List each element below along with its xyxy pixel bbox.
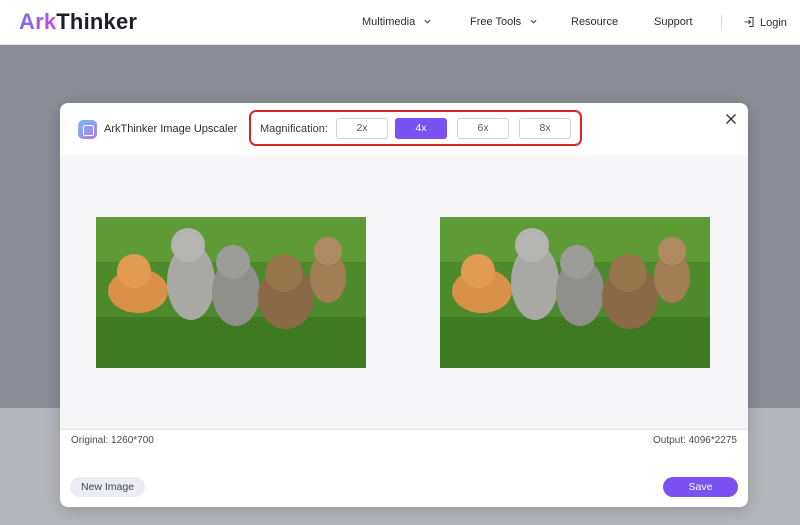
output-preview-pane [404, 155, 748, 429]
logo-text: Thinker [56, 9, 138, 34]
nav-item-label: Free Tools [470, 16, 522, 28]
top-navigation-bar: ArkThinker Multimedia Free Tools Resourc… [0, 0, 800, 45]
chevron-down-icon [424, 19, 431, 24]
nav-item-label: Resource [571, 16, 619, 28]
nav-divider [721, 15, 722, 31]
nav-item-label: Multimedia [362, 16, 416, 28]
original-kittens-image [96, 217, 366, 368]
magnification-8x-button[interactable]: 8x [519, 118, 571, 139]
save-button[interactable]: Save [663, 477, 738, 497]
image-upscaler-icon [78, 120, 97, 139]
nav-item-free-tools[interactable]: Free Tools [470, 16, 538, 28]
output-dimensions: Output: 4096*2275 [653, 435, 737, 446]
logo-mark: Ark [19, 9, 57, 34]
dialog-title: ArkThinker Image Upscaler [104, 123, 238, 135]
login-link[interactable]: Login [743, 16, 787, 29]
chevron-down-icon [530, 19, 537, 24]
arkthinker-logo[interactable]: ArkThinker [19, 9, 137, 35]
new-image-button[interactable]: New Image [70, 477, 145, 497]
magnification-4x-button[interactable]: 4x [395, 118, 447, 139]
nav-item-resource[interactable]: Resource [571, 16, 618, 28]
original-preview-pane [60, 155, 404, 429]
output-kittens-image [440, 217, 710, 368]
magnification-6x-button[interactable]: 6x [457, 118, 509, 139]
login-icon [744, 16, 754, 28]
info-divider [60, 429, 748, 430]
login-label: Login [760, 17, 787, 29]
nav-item-label: Support [654, 16, 693, 28]
nav-item-multimedia[interactable]: Multimedia [362, 16, 432, 28]
close-icon[interactable] [723, 111, 739, 127]
upscaler-dialog: ArkThinker Image Upscaler Magnification:… [60, 103, 748, 507]
nav-item-support[interactable]: Support [654, 16, 693, 28]
magnification-label: Magnification: [260, 123, 328, 135]
magnification-2x-button[interactable]: 2x [336, 118, 388, 139]
original-dimensions: Original: 1260*700 [71, 435, 154, 446]
